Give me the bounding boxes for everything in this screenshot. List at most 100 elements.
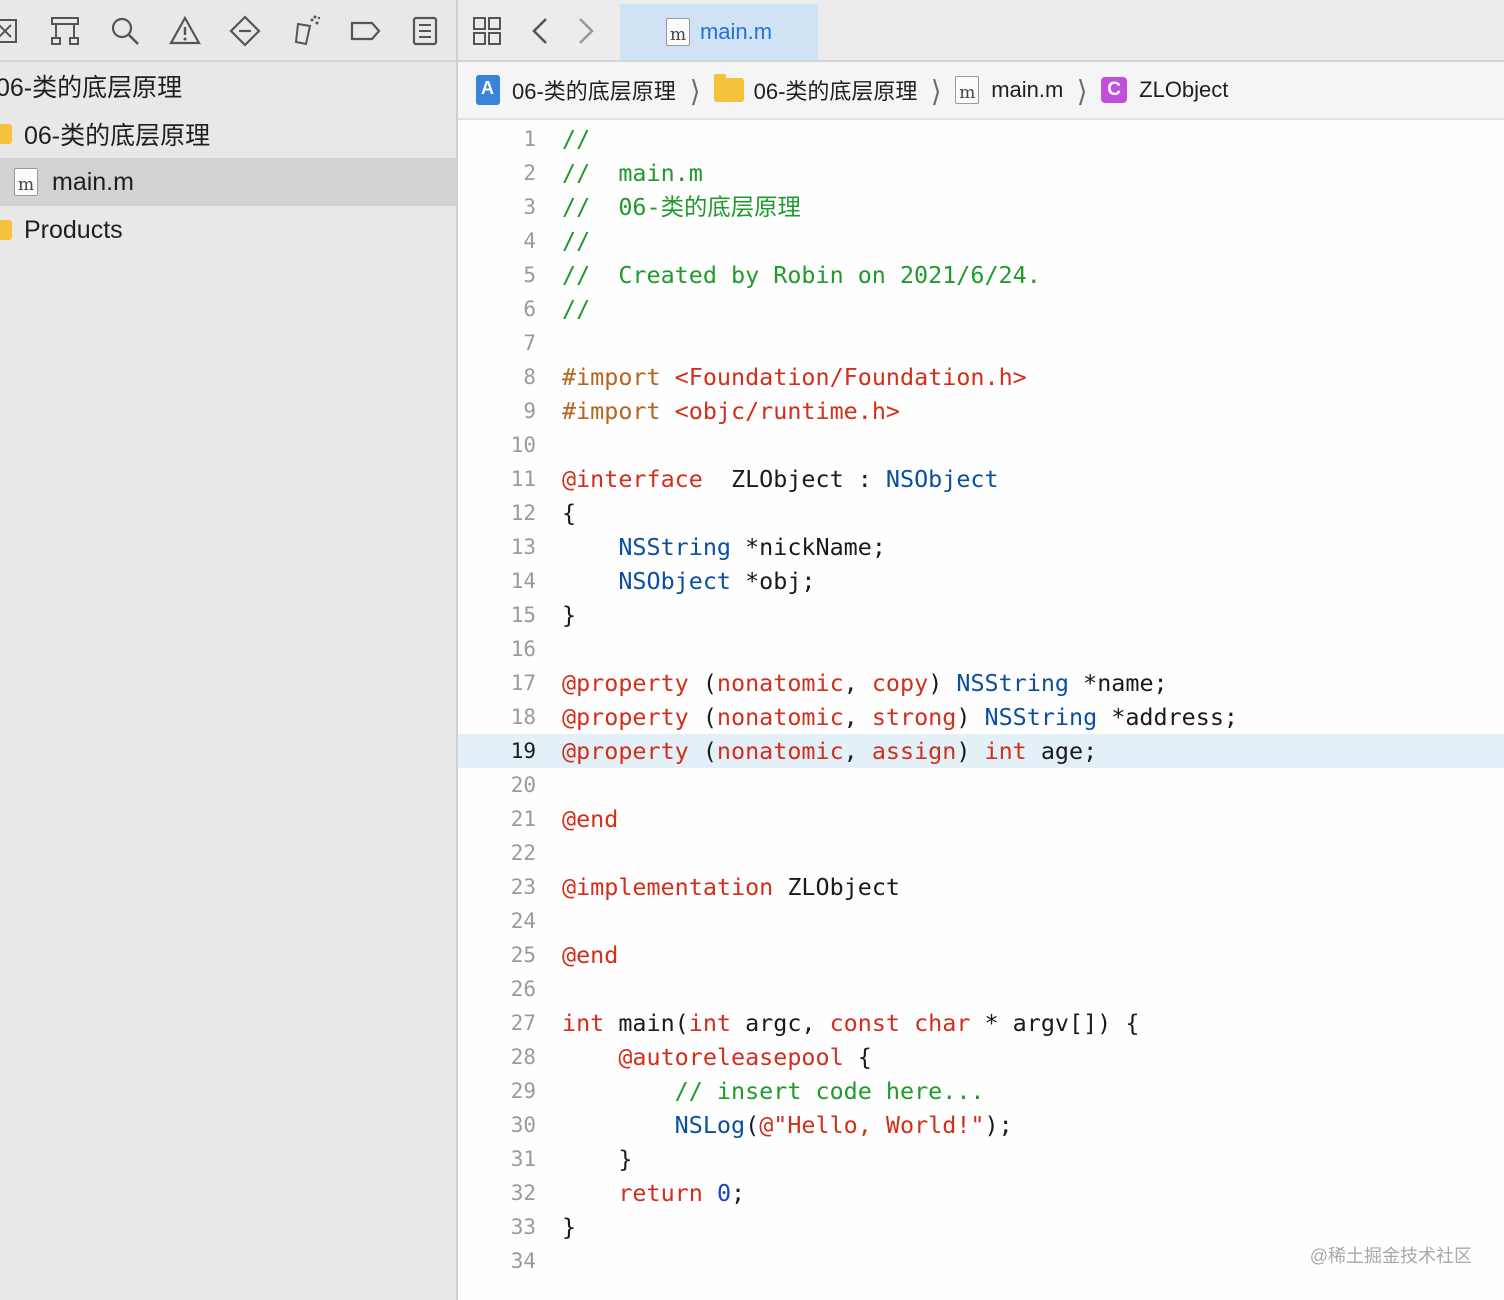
navigator-item-group-folder[interactable]: 06-类的底层原理 bbox=[0, 110, 456, 158]
code-line[interactable]: 9 #import <objc/runtime.h> bbox=[458, 394, 1504, 428]
code-line[interactable]: 20 bbox=[458, 768, 1504, 802]
code-token: *nickName; bbox=[731, 533, 886, 561]
debug-icon[interactable] bbox=[288, 14, 322, 48]
navigator-item-main-m[interactable]: main.m bbox=[0, 158, 456, 206]
project-navigator-icon[interactable] bbox=[0, 14, 26, 48]
code-token: ) bbox=[928, 669, 957, 697]
code-line[interactable]: 14 NSObject *obj; bbox=[458, 564, 1504, 598]
code-line[interactable]: 10 bbox=[458, 428, 1504, 462]
code-line[interactable]: 29 // insert code here... bbox=[458, 1074, 1504, 1108]
code-line[interactable]: 3 // 06-类的底层原理 bbox=[458, 190, 1504, 224]
code-line[interactable]: 12 { bbox=[458, 496, 1504, 530]
project-navigator: 06-类的底层原理 06-类的底层原理 main.m Products bbox=[0, 0, 458, 1300]
code-line[interactable]: 7 bbox=[458, 326, 1504, 360]
code-line[interactable]: 15} bbox=[458, 598, 1504, 632]
code-token: ( bbox=[688, 703, 717, 731]
line-number: 3 bbox=[523, 195, 536, 219]
objc-file-icon bbox=[665, 18, 690, 46]
code-token: nonatomic bbox=[716, 703, 844, 731]
line-number: 2 bbox=[523, 161, 536, 185]
breadcrumb-symbol[interactable]: C ZLObject bbox=[1101, 77, 1228, 103]
code-token: ( bbox=[745, 1111, 760, 1139]
breakpoint-icon[interactable] bbox=[348, 14, 382, 48]
code-token: NSLog bbox=[674, 1111, 746, 1139]
code-token: strong bbox=[871, 703, 957, 731]
issue-warning-icon[interactable] bbox=[168, 14, 202, 48]
navigator-item-products[interactable]: Products bbox=[0, 206, 456, 254]
code-line[interactable]: 2 // main.m bbox=[458, 156, 1504, 190]
tab-main-m[interactable]: main.m bbox=[620, 4, 818, 60]
code-token: // bbox=[562, 227, 591, 255]
source-control-icon[interactable] bbox=[48, 14, 82, 48]
code-token: assign bbox=[871, 737, 957, 765]
back-chevron-icon[interactable] bbox=[524, 14, 558, 48]
line-number: 6 bbox=[523, 297, 536, 321]
navigator-toolbar bbox=[0, 0, 456, 62]
code-line[interactable]: 16 bbox=[458, 632, 1504, 666]
code-line[interactable]: 18 @property (nonatomic, strong) NSString… bbox=[458, 700, 1504, 734]
line-number: 26 bbox=[510, 977, 536, 1001]
code-line[interactable]: 31 } bbox=[458, 1142, 1504, 1176]
line-number: 21 bbox=[510, 807, 536, 831]
test-icon[interactable] bbox=[228, 14, 262, 48]
line-source: // 06-类的底层原理 bbox=[562, 190, 801, 224]
code-line[interactable]: 27 int main(int argc, const char * argv[]… bbox=[458, 1006, 1504, 1040]
line-number: 31 bbox=[510, 1147, 536, 1171]
code-token: NSObject bbox=[618, 567, 732, 595]
code-token: NSString bbox=[984, 703, 1098, 731]
code-line[interactable]: 26 bbox=[458, 972, 1504, 1006]
folder-icon bbox=[713, 74, 744, 102]
code-token: } bbox=[562, 1145, 633, 1173]
code-line[interactable]: 6 // bbox=[458, 292, 1504, 326]
line-number: 14 bbox=[510, 569, 536, 593]
forward-chevron-icon[interactable] bbox=[568, 14, 602, 48]
code-token: #import bbox=[562, 363, 675, 391]
code-area[interactable]: 1 // 2 // main.m 3 // 06-类的底层原理 4 // 5 // Created… bbox=[458, 122, 1504, 1278]
line-number: 7 bbox=[523, 331, 536, 355]
line-number: 11 bbox=[510, 467, 536, 491]
breadcrumb-group[interactable]: 06-类的底层原理 bbox=[713, 74, 917, 106]
code-token: NSString bbox=[956, 669, 1070, 697]
code-token: NSObject bbox=[885, 465, 999, 493]
code-token: { bbox=[843, 1043, 872, 1071]
code-line[interactable]: 25 @end bbox=[458, 938, 1504, 972]
code-token: @implementation bbox=[562, 873, 774, 901]
code-line[interactable]: 24 bbox=[458, 904, 1504, 938]
code-line[interactable]: 33} bbox=[458, 1210, 1504, 1244]
code-line[interactable]: 5 // Created by Robin on 2021/6/24. bbox=[458, 258, 1504, 292]
code-line[interactable]: 13 NSString *nickName; bbox=[458, 530, 1504, 564]
code-token: } bbox=[562, 1213, 577, 1241]
line-source: #import <Foundation/Foundation.h> bbox=[562, 360, 1027, 394]
code-token: *address; bbox=[1097, 703, 1239, 731]
code-line[interactable]: 4 // bbox=[458, 224, 1504, 258]
line-number: 27 bbox=[510, 1011, 536, 1035]
grid-menu-icon[interactable] bbox=[470, 14, 504, 48]
line-source: } bbox=[562, 1142, 632, 1176]
report-icon[interactable] bbox=[408, 14, 442, 48]
code-line[interactable]: 23 @implementation ZLObject bbox=[458, 870, 1504, 904]
code-line[interactable]: 8 #import <Foundation/Foundation.h> bbox=[458, 360, 1504, 394]
line-source: NSObject *obj; bbox=[562, 564, 815, 598]
code-line[interactable]: 1 // bbox=[458, 122, 1504, 156]
code-line[interactable]: 22 bbox=[458, 836, 1504, 870]
breadcrumb-file[interactable]: main.m bbox=[955, 76, 1063, 104]
code-line[interactable]: 21 @end bbox=[458, 802, 1504, 836]
breadcrumb-project[interactable]: 06-类的底层原理 bbox=[476, 74, 676, 106]
code-line[interactable]: 32 return 0; bbox=[458, 1176, 1504, 1210]
jump-bar: 06-类的底层原理 ❭ 06-类的底层原理 ❭ main.m ❭ C ZLObj… bbox=[458, 62, 1504, 120]
code-line[interactable]: 11 @interface ZLObject : NSObject bbox=[458, 462, 1504, 496]
code-line[interactable]: 30 NSLog(@"Hello, World!"); bbox=[458, 1108, 1504, 1142]
code-token: , bbox=[843, 737, 872, 765]
code-line[interactable]: 28 @autoreleasepool { bbox=[458, 1040, 1504, 1074]
line-source: { bbox=[562, 496, 576, 530]
code-line[interactable]: 19 @property (nonatomic, assign) int age; bbox=[458, 734, 1504, 768]
code-token: ) bbox=[956, 703, 985, 731]
find-icon[interactable] bbox=[108, 14, 142, 48]
code-token: @interface bbox=[562, 465, 703, 493]
project-root-item[interactable]: 06-类的底层原理 bbox=[0, 62, 456, 110]
code-token: ; bbox=[731, 1179, 746, 1207]
code-line[interactable]: 17 @property (nonatomic, copy) NSString *… bbox=[458, 666, 1504, 700]
